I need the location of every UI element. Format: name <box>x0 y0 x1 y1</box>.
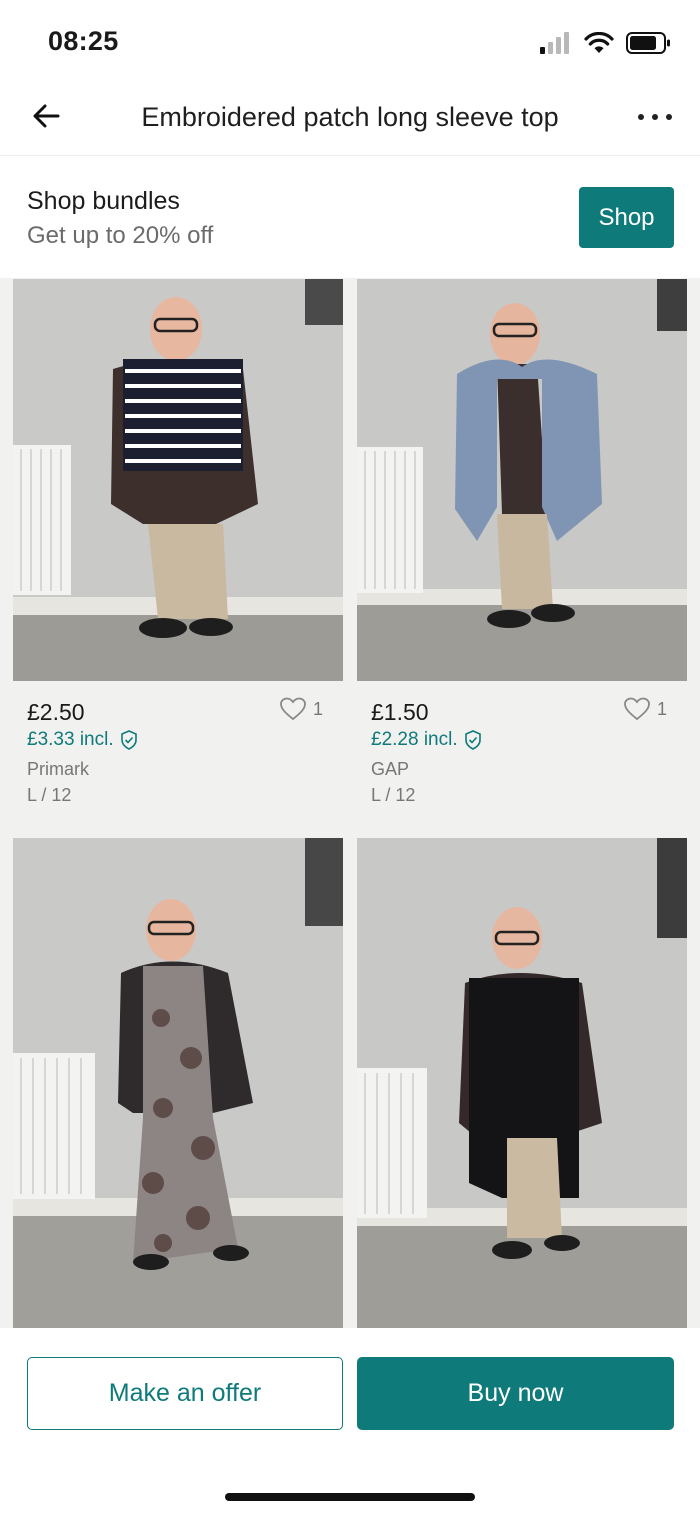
item-photo[interactable] <box>357 279 687 681</box>
nav-bar: Embroidered patch long sleeve top <box>0 84 700 156</box>
status-bar: 08:25 <box>0 0 700 84</box>
item-photo[interactable] <box>13 279 343 681</box>
item-price-incl-text: £3.33 incl. <box>27 729 114 750</box>
favourite-button[interactable]: 1 <box>623 697 667 721</box>
bundle-subtitle: Get up to 20% off <box>27 222 214 249</box>
item-info: £1.50 £2.28 incl. GAP L / 12 1 <box>357 681 687 821</box>
item-price: £1.50 <box>371 699 429 725</box>
item-photo[interactable] <box>13 838 343 1328</box>
item-price-incl-text: £2.28 incl. <box>371 729 458 750</box>
heart-icon <box>624 697 650 721</box>
item-size: L / 12 <box>371 785 416 805</box>
battery-icon <box>626 32 670 54</box>
wifi-icon <box>584 32 614 53</box>
item-price: £2.50 <box>27 699 85 725</box>
favourite-button[interactable]: 1 <box>279 697 323 721</box>
favourite-count: 1 <box>656 698 667 719</box>
home-indicator[interactable] <box>225 1493 475 1501</box>
item-brand: GAP <box>371 759 410 779</box>
bundle-title: Shop bundles <box>27 187 180 215</box>
item-photo[interactable] <box>357 838 687 1328</box>
signal-icon <box>540 32 569 54</box>
buyer-protection-icon <box>464 730 481 750</box>
item-brand: Primark <box>27 759 89 779</box>
buyer-protection-icon <box>120 730 137 750</box>
item-price-incl: £2.28 incl. <box>371 729 482 751</box>
page-title: Embroidered patch long sleeve top <box>141 102 559 132</box>
item-price-incl: £3.33 incl. <box>27 729 138 751</box>
buy-now-button[interactable]: Buy now <box>357 1357 674 1430</box>
make-offer-button[interactable]: Make an offer <box>27 1357 343 1430</box>
status-icons <box>540 30 672 56</box>
more-icon[interactable] <box>638 114 672 120</box>
status-time: 08:25 <box>48 26 119 56</box>
heart-icon <box>280 697 306 721</box>
favourite-count: 1 <box>312 698 323 719</box>
item-info: £2.50 £3.33 incl. Primark L / 12 1 <box>13 681 343 821</box>
shop-bundles-button[interactable]: Shop <box>579 187 674 248</box>
item-size: L / 12 <box>27 785 72 805</box>
